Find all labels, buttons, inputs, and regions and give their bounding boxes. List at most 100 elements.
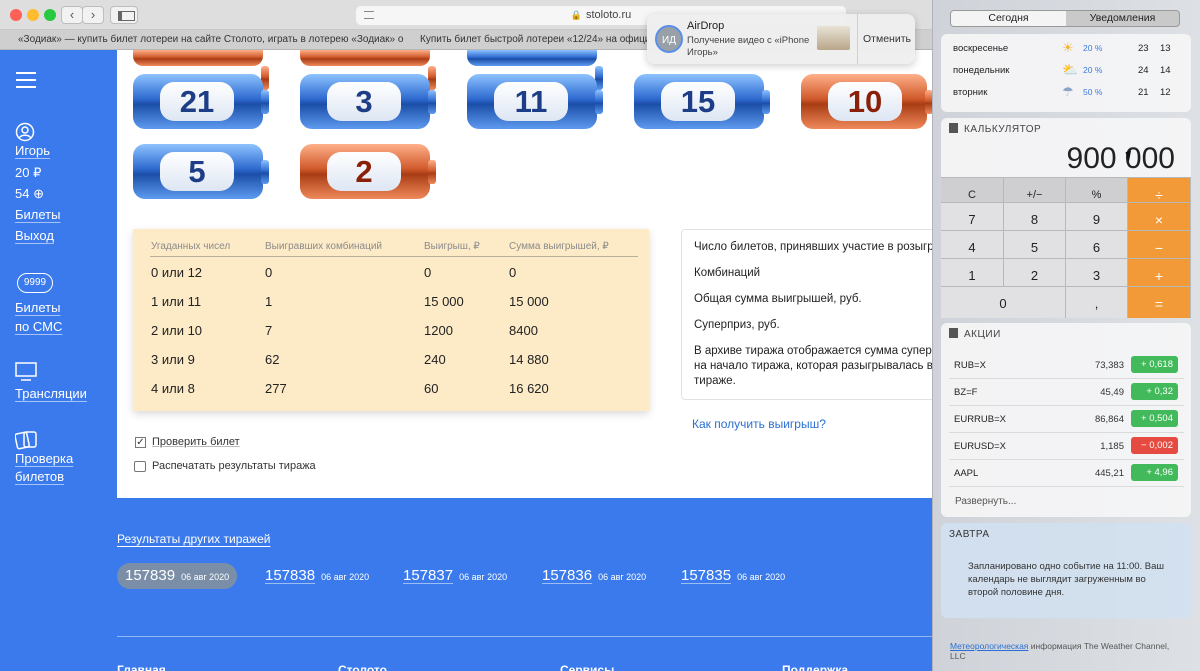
table-cell: 7 [265,323,273,338]
tab-zodiac[interactable]: «Зодиак» — купить билет лотереи на сайте… [18,30,403,50]
header-divider [150,256,638,257]
stock-symbol[interactable]: EURUSD=X [954,441,1006,452]
tab-notifications[interactable]: Уведомления [1066,11,1179,26]
forward-button[interactable]: › [82,6,104,24]
check-ticket-link[interactable]: Проверить билет [152,436,240,448]
close-window-button[interactable] [10,9,22,21]
nav-sms-line1[interactable]: Билеты [15,300,60,315]
other-draws-title[interactable]: Результаты других тиражей [117,532,270,546]
tab-today[interactable]: Сегодня [951,11,1066,26]
ball-number: 10 [828,82,902,121]
footer-link[interactable]: Главная [117,663,166,671]
tomorrow-widget: ЗАВТРА Запланировано одно событие на 11:… [941,523,1191,618]
table-cell: 15 000 [424,294,464,309]
airdrop-notification: ИД AirDrop Получение видео с «iPhone Иго… [647,14,915,64]
sidebar-toggle-button[interactable] [110,6,138,24]
weather-day: понедельник [953,65,1010,76]
footer-link[interactable]: Поддержка [782,663,848,671]
nav-user-name[interactable]: Игорь [15,143,50,158]
table-cell: 60 [424,381,439,396]
table-cell: 15 000 [509,294,549,309]
info-line: В архиве тиража отображается сумма супер… [694,345,945,357]
user-icon [15,122,35,142]
column-header: Выигравших комбинаций [265,241,383,252]
draw-date: 06 авг 2020 [737,572,786,582]
info-line: тираже. [694,375,736,387]
temp-low: 13 [1160,43,1171,54]
column-header: Сумма выигрышей, ₽ [509,241,609,252]
ball-partial [467,50,603,90]
draw-item-selected[interactable]: 157839 06 авг 2020 [117,563,238,589]
how-to-claim-link[interactable]: Как получить выигрыш? [692,417,826,431]
nav-check-line2[interactable]: билетов [15,469,64,484]
footer-link[interactable]: Столото [338,663,387,671]
back-button[interactable]: ‹ [61,6,83,24]
reader-icon[interactable] [364,11,374,19]
airdrop-title: AirDrop [687,20,725,32]
divider [857,14,858,64]
stock-change[interactable]: + 4,96 [1131,464,1178,481]
info-line: Число билетов, принявших участие в розыг… [694,241,942,253]
nav-check-line1[interactable]: Проверка [15,451,73,466]
menu-icon[interactable] [16,72,36,88]
zoom-window-button[interactable] [44,9,56,21]
ball: 15 [634,74,770,129]
table-cell: 16 620 [509,381,549,396]
stock-change[interactable]: + 0,504 [1131,410,1178,427]
weather-credit-link[interactable]: Метеорологическая [950,641,1028,651]
calc-key-decimal[interactable]: , [1066,286,1128,318]
calc-key-equals[interactable]: = [1128,286,1191,318]
nav-broadcasts[interactable]: Трансляции [15,386,87,401]
table-cell: 0 [265,265,273,280]
tab-12-24[interactable]: Купить билет быстрой лотереи «12/24» на … [420,30,648,50]
check-ticket-checkbox[interactable]: ✓ [135,437,146,448]
print-results-link[interactable]: Распечатать результаты тиража [152,460,316,472]
stock-symbol[interactable]: EURRUB=X [954,414,1006,425]
stock-change[interactable]: + 0,618 [1131,356,1178,373]
info-line: Комбинаций [694,267,761,279]
table-cell: 0 или 12 [151,265,203,280]
ball-number: 3 [327,82,401,121]
nav-sms-line2[interactable]: по СМС [15,319,62,334]
nc-segmented-control: Сегодня Уведомления [950,10,1180,27]
stock-change[interactable]: − 0,002 [1131,437,1178,454]
sun-icon: ☀ [1062,40,1074,55]
weather-row: понедельник ⛅ 20 % 24 14 [953,62,1181,77]
weather-credit: Метеорологическая информация The Weather… [950,641,1182,661]
stock-symbol[interactable]: RUB=X [954,360,986,371]
nav-balance[interactable]: 20 ₽ [15,165,41,181]
partly-cloudy-icon: ⛅ [1062,62,1079,77]
footer-link[interactable]: Сервисы [560,663,614,671]
left-nav: Игорь 20 ₽ 54 ⊕ Билеты Выход 9999 Билеты… [0,50,117,671]
table-cell: 0 [509,265,517,280]
stocks-title-text: АКЦИИ [964,329,1001,340]
prize-table: Угаданных чисел Выигравших комбинаций Вы… [133,229,649,411]
stock-symbol[interactable]: BZ=F [954,387,978,398]
weather-row: воскресенье ☀ 20 % 23 13 [953,40,1181,55]
airdrop-cancel-button[interactable]: Отменить [863,33,911,45]
nav-tickets[interactable]: Билеты [15,207,60,222]
weather-row: вторник ☂ 50 % 21 12 [953,84,1181,99]
stock-change[interactable]: + 0,32 [1131,383,1178,400]
calc-key-0[interactable]: 0 [941,286,1066,318]
sms-badge-text: 9999 [23,277,47,288]
stocks-expand-button[interactable]: Развернуть... [955,496,1016,507]
nav-logout[interactable]: Выход [15,228,54,243]
calculator-title-text: КАЛЬКУЛЯТОР [964,124,1042,135]
table-cell: 1 или 11 [151,294,202,309]
draw-item[interactable]: 157835 06 авг 2020 [681,563,785,589]
stock-symbol[interactable]: AAPL [954,468,978,479]
printer-icon [134,461,146,472]
minimize-window-button[interactable] [27,9,39,21]
ball: 21 [133,74,269,129]
draw-item[interactable]: 157836 06 авг 2020 [542,563,646,589]
divider [949,405,1184,406]
chevron-left-icon: ‹ [69,7,75,22]
draw-item[interactable]: 157838 06 авг 2020 [265,563,369,589]
weather-widget: воскресенье ☀ 20 % 23 13 понедельник ⛅ 2… [941,34,1191,112]
divider [949,459,1184,460]
nav-bonus[interactable]: 54 ⊕ [15,186,44,202]
table-cell: 4 или 8 [151,381,195,396]
draw-item[interactable]: 157837 06 авг 2020 [403,563,507,589]
calculator-title: КАЛЬКУЛЯТОР [949,123,1041,135]
